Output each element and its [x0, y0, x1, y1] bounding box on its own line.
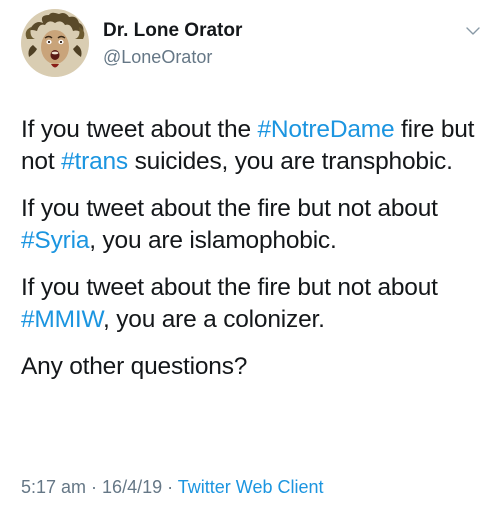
tweet-text-segment: , you are islamophobic. — [89, 227, 337, 254]
tweet-text-segment: If you tweet about the fire but not abou… — [21, 195, 438, 222]
hashtag-link[interactable]: #Syria — [21, 227, 89, 254]
medusa-avatar-icon — [21, 9, 89, 77]
meta-separator: · — [162, 477, 178, 497]
chevron-down-icon[interactable] — [465, 23, 481, 39]
display-name[interactable]: Dr. Lone Orator — [103, 20, 242, 42]
tweet-card: Dr. Lone Orator @LoneOrator If you tweet… — [0, 0, 502, 512]
tweet-text-segment: Any other questions? — [21, 353, 248, 380]
tweet-date[interactable]: 16/4/19 — [102, 477, 162, 497]
tweet-meta: 5:17 am · 16/4/19 · Twitter Web Client — [21, 476, 324, 498]
hashtag-link[interactable]: #NotreDame — [257, 116, 394, 143]
author-info[interactable]: Dr. Lone Orator @LoneOrator — [103, 20, 242, 68]
tweet-text-segment: suicides, you are transphobic. — [127, 148, 453, 175]
hashtag-link[interactable]: #trans — [61, 148, 128, 175]
handle[interactable]: @LoneOrator — [103, 46, 242, 68]
tweet-paragraph: If you tweet about the #NotreDame fire b… — [21, 114, 491, 178]
tweet-client-link[interactable]: Twitter Web Client — [178, 477, 324, 497]
tweet-paragraph: If you tweet about the fire but not abou… — [21, 193, 491, 257]
tweet-time[interactable]: 5:17 am — [21, 477, 86, 497]
meta-separator: · — [86, 477, 103, 497]
tweet-header: Dr. Lone Orator @LoneOrator — [21, 9, 491, 79]
tweet-paragraph: If you tweet about the fire but not abou… — [21, 272, 491, 336]
tweet-text-segment: , you are a colonizer. — [103, 306, 325, 333]
tweet-paragraph: Any other questions? — [21, 351, 491, 383]
hashtag-link[interactable]: #MMIW — [21, 306, 103, 333]
tweet-text: If you tweet about the #NotreDame fire b… — [21, 114, 491, 398]
tweet-text-segment: If you tweet about the — [21, 116, 258, 143]
tweet-text-segment: If you tweet about the fire but not abou… — [21, 274, 438, 301]
avatar[interactable] — [21, 9, 89, 77]
